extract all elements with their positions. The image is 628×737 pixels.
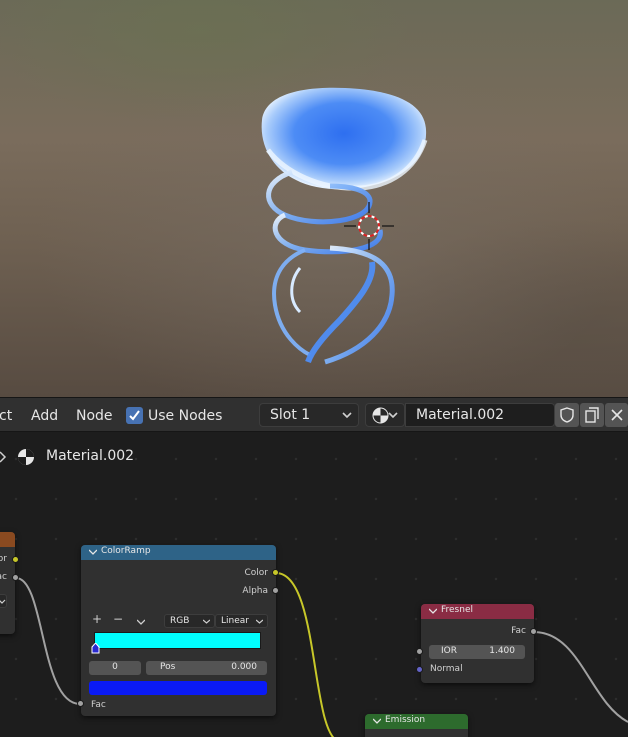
slot-label: Slot 1 — [270, 407, 311, 423]
shield-icon — [560, 407, 574, 423]
menu-add[interactable]: Add — [31, 408, 58, 424]
active-stop-index[interactable]: 0 — [89, 661, 141, 675]
3d-viewport[interactable] — [0, 0, 628, 397]
color-stop-handle-icon[interactable] — [91, 643, 100, 654]
pos-value: 0.000 — [231, 662, 257, 672]
output-socket-color[interactable] — [12, 556, 19, 563]
chevron-down-icon — [0, 599, 6, 604]
chevron-down-icon — [203, 619, 210, 624]
node-editor-header: ct Add Node Use Nodes Slot 1 Material.00… — [0, 397, 628, 432]
new-material-button[interactable] — [580, 403, 604, 427]
ior-value: 1.400 — [489, 646, 515, 656]
use-nodes-checkbox[interactable] — [126, 407, 143, 424]
3d-cursor-icon[interactable] — [344, 202, 394, 250]
socket-label-color: Color — [244, 568, 269, 578]
material-name-field[interactable]: Material.002 — [405, 403, 555, 427]
ramp-menu-chevron-icon[interactable] — [137, 619, 145, 625]
color-ramp-bar[interactable] — [94, 632, 261, 649]
socket-label-color: or — [0, 554, 7, 564]
chevron-down-icon — [342, 412, 352, 419]
material-name: Material.002 — [416, 407, 505, 423]
colorramp-header[interactable]: ColorRamp — [81, 545, 276, 560]
remove-stop-button[interactable]: − — [113, 612, 123, 626]
socket-label-fac-input: Fac — [91, 700, 106, 710]
color-mode-value: RGB — [170, 616, 190, 626]
emission-node[interactable]: Emission — [365, 714, 468, 737]
material-sphere-icon — [372, 407, 389, 424]
link-fac-to-colorramp — [15, 577, 81, 705]
use-nodes-label[interactable]: Use Nodes — [148, 408, 222, 424]
stop-color-swatch[interactable] — [89, 681, 267, 695]
fresnel-title: Fresnel — [441, 605, 473, 615]
duplicate-icon — [585, 407, 599, 423]
stop-position-field[interactable]: Pos 0.000 — [146, 661, 267, 675]
fresnel-header[interactable]: Fresnel — [421, 604, 534, 619]
socket-label-normal: Normal — [430, 664, 463, 674]
input-socket-ior[interactable] — [416, 648, 423, 655]
node-editor-canvas[interactable]: Material.002 or ac ColorRamp Color Alpha… — [0, 432, 628, 737]
unlink-material-button[interactable] — [605, 403, 628, 427]
collapse-chevron-icon[interactable] — [373, 718, 381, 724]
output-socket-color[interactable] — [272, 569, 279, 576]
colorramp-title: ColorRamp — [101, 546, 151, 556]
socket-label-alpha: Alpha — [242, 586, 268, 596]
colorramp-node[interactable]: ColorRamp Color Alpha + − RGB Linear 0 P… — [81, 545, 276, 716]
link-fresnel-fac — [533, 631, 628, 723]
material-browse-dropdown[interactable] — [365, 403, 405, 427]
fake-user-button[interactable] — [555, 403, 579, 427]
checkmark-icon — [129, 410, 140, 421]
output-socket-fac[interactable] — [530, 628, 537, 635]
emission-header[interactable]: Emission — [365, 714, 468, 729]
viewport-render — [261, 87, 428, 365]
close-icon — [611, 409, 623, 421]
texture-node-partial[interactable]: or ac — [0, 532, 15, 634]
socket-label-fac: ac — [0, 572, 7, 582]
partial-dropdown[interactable] — [0, 594, 7, 608]
output-socket-fac[interactable] — [12, 574, 19, 581]
slot-dropdown[interactable]: Slot 1 — [259, 403, 359, 427]
interpolation-dropdown[interactable]: Linear — [215, 614, 268, 628]
socket-label-fac: Fac — [511, 626, 526, 636]
output-socket-alpha[interactable] — [272, 587, 279, 594]
stop-index-value: 0 — [112, 662, 118, 672]
ior-label: IOR — [441, 646, 457, 656]
chevron-down-icon — [256, 619, 263, 624]
color-mode-dropdown[interactable]: RGB — [164, 614, 215, 628]
collapse-chevron-icon[interactable] — [429, 608, 437, 614]
input-socket-fac[interactable] — [77, 700, 84, 707]
jellyfish-object[interactable] — [261, 87, 428, 365]
fresnel-node[interactable]: Fresnel Fac IOR 1.400 Normal — [421, 604, 534, 683]
ior-field[interactable]: IOR 1.400 — [429, 645, 525, 659]
chevron-down-icon — [388, 412, 398, 419]
node-header — [0, 532, 15, 547]
pos-label: Pos — [160, 662, 176, 672]
menu-select[interactable]: ct — [0, 408, 12, 424]
input-socket-normal[interactable] — [416, 666, 423, 673]
interpolation-value: Linear — [221, 616, 249, 626]
menu-node[interactable]: Node — [76, 408, 113, 424]
link-colorramp-color — [275, 572, 335, 737]
emission-title: Emission — [385, 715, 426, 725]
add-stop-button[interactable]: + — [92, 612, 102, 626]
collapse-chevron-icon[interactable] — [89, 549, 97, 555]
